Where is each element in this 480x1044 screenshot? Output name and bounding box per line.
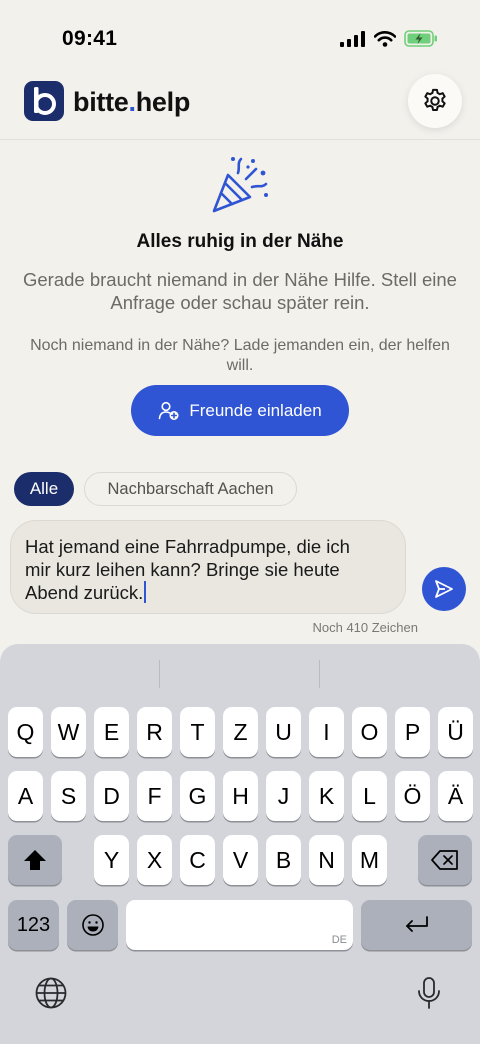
key-r[interactable]: R (137, 707, 172, 757)
wifi-icon (374, 30, 396, 47)
key-l[interactable]: L (352, 771, 387, 821)
key-ue[interactable]: Ü (438, 707, 473, 757)
app-header: bitte.help (0, 72, 480, 140)
key-d[interactable]: D (94, 771, 129, 821)
battery-charging-icon (404, 30, 437, 47)
key-oe[interactable]: Ö (395, 771, 430, 821)
empty-state-title: Alles ruhig in der Nähe (136, 231, 344, 252)
microphone-icon[interactable] (413, 976, 445, 1010)
logo-icon (34, 87, 56, 115)
suggestion-divider (159, 660, 160, 688)
key-b[interactable]: B (266, 835, 301, 885)
status-bar: 09:41 (0, 0, 480, 72)
filter-chip-neighborhood[interactable]: Nachbarschaft Aachen (84, 472, 297, 506)
shift-key[interactable] (8, 835, 62, 885)
status-time: 09:41 (62, 27, 118, 50)
suggestion-divider (319, 660, 320, 688)
key-z[interactable]: Z (223, 707, 258, 757)
remaining-characters: Noch 410 Zeichen (312, 620, 418, 635)
key-f[interactable]: F (137, 771, 172, 821)
key-x[interactable]: X (137, 835, 172, 885)
key-k[interactable]: K (309, 771, 344, 821)
key-s[interactable]: S (51, 771, 86, 821)
send-icon (435, 580, 453, 598)
key-u[interactable]: U (266, 707, 301, 757)
empty-state-description: Gerade braucht niemand in der Nähe Hilfe… (23, 269, 457, 313)
key-a[interactable]: A (8, 771, 43, 821)
party-popper-icon (212, 157, 268, 213)
key-i[interactable]: I (309, 707, 344, 757)
key-w[interactable]: W (51, 707, 86, 757)
globe-icon[interactable] (34, 976, 68, 1010)
key-t[interactable]: T (180, 707, 215, 757)
key-o[interactable]: O (352, 707, 387, 757)
invite-friends-button[interactable]: Freunde einladen (131, 385, 349, 436)
add-user-icon (159, 401, 179, 420)
return-icon (405, 916, 428, 932)
message-text: Hat jemand eine Fahrradpumpe, die ich mi… (25, 536, 350, 603)
key-h[interactable]: H (223, 771, 258, 821)
key-j[interactable]: J (266, 771, 301, 821)
backspace-icon (431, 850, 458, 870)
status-icons (340, 30, 438, 47)
space-key[interactable]: DE (126, 900, 353, 950)
invite-button-label: Freunde einladen (189, 400, 322, 420)
send-button[interactable] (422, 567, 466, 611)
key-q[interactable]: Q (8, 707, 43, 757)
emoji-key[interactable] (67, 900, 118, 950)
keyboard-language: DE (331, 934, 347, 946)
key-ae[interactable]: Ä (438, 771, 473, 821)
shift-icon (24, 850, 46, 870)
brand-name: bitte.help (73, 87, 191, 117)
delete-key[interactable] (418, 835, 472, 885)
key-g[interactable]: G (180, 771, 215, 821)
numbers-key[interactable]: 123 (8, 900, 59, 950)
key-p[interactable]: P (395, 707, 430, 757)
key-e[interactable]: E (94, 707, 129, 757)
text-caret (144, 581, 147, 603)
key-n[interactable]: N (309, 835, 344, 885)
message-input[interactable]: Hat jemand eine Fahrradpumpe, die ich mi… (10, 520, 406, 614)
invite-hint: Noch niemand in der Nähe? Lade jemanden … (30, 337, 450, 374)
app-logo (24, 81, 64, 121)
settings-button[interactable] (408, 74, 462, 128)
return-key[interactable] (361, 900, 472, 950)
signal-icon (340, 30, 365, 47)
emoji-icon (81, 914, 104, 936)
key-c[interactable]: C (180, 835, 215, 885)
key-y[interactable]: Y (94, 835, 129, 885)
gear-icon (424, 88, 446, 111)
key-m[interactable]: M (352, 835, 387, 885)
filter-chip-all[interactable]: Alle (14, 472, 74, 506)
key-v[interactable]: V (223, 835, 258, 885)
